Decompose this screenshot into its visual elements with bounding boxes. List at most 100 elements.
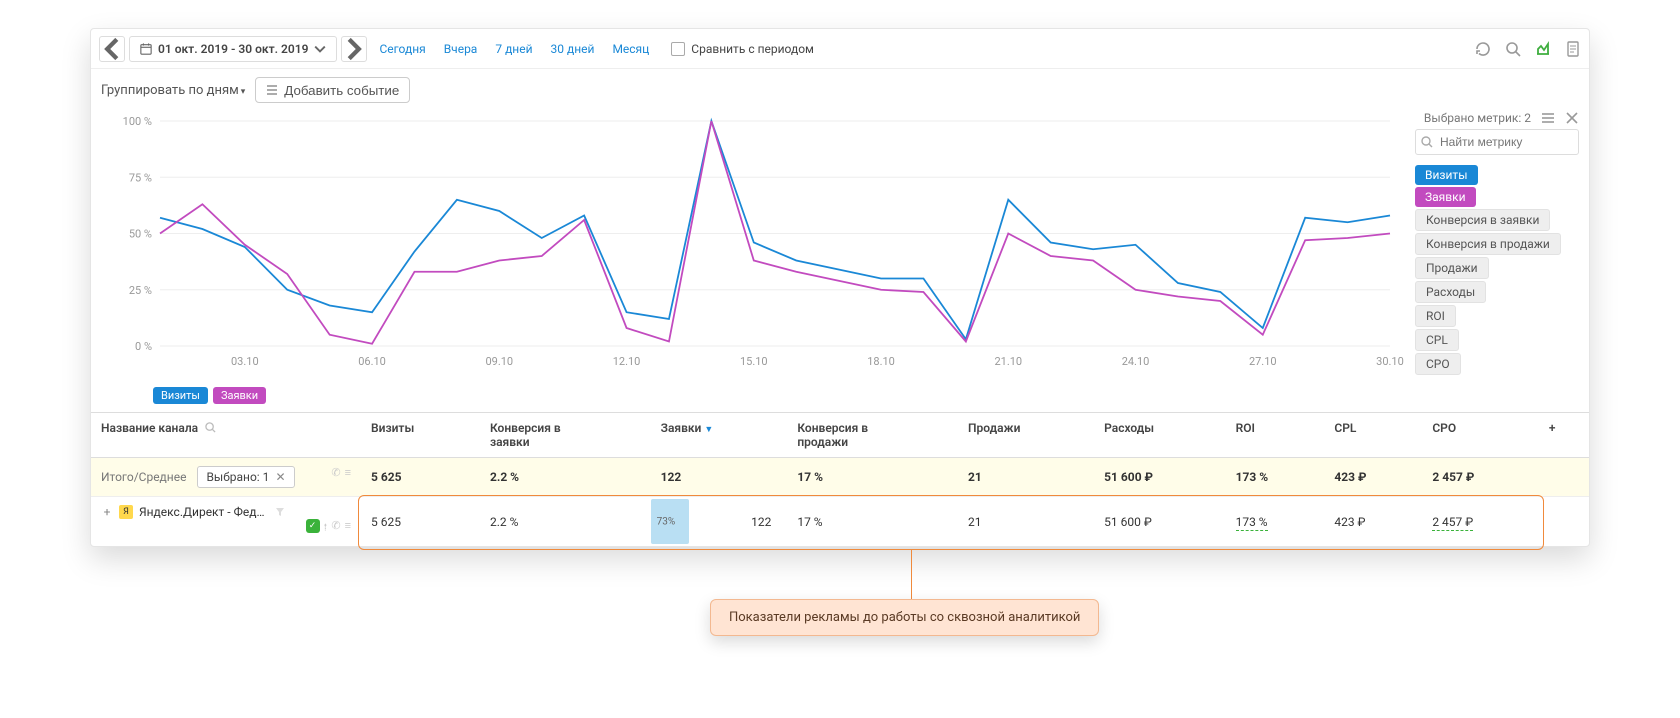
yandex-icon: Я [119, 505, 133, 519]
list-view-icon[interactable] [1541, 111, 1555, 125]
date-range-picker[interactable]: 01 окт. 2019 - 30 окт. 2019 [129, 36, 337, 62]
close-icon[interactable] [1565, 111, 1579, 125]
quick-today[interactable]: Сегодня [379, 42, 425, 56]
svg-text:24.10: 24.10 [1122, 355, 1150, 368]
col-channel-name[interactable]: Название канала [101, 421, 198, 435]
subbar: Группировать по дням▾ Добавить событие [91, 69, 1589, 111]
total-label: Итого/Среднее [101, 470, 186, 484]
add-column-button[interactable]: + [1539, 413, 1589, 458]
data-cell: 51 600 ₽ [1094, 497, 1225, 547]
search-icon[interactable] [205, 422, 216, 433]
filter-icon[interactable] [275, 507, 285, 517]
line-chart: 0 %25 %50 %75 %100 %03.1006.1009.1012.10… [101, 111, 1409, 371]
metric-tag[interactable]: ROI [1415, 305, 1456, 327]
data-table: Название канала ВизитыКонверсия взаявкиЗ… [91, 412, 1589, 546]
svg-text:27.10: 27.10 [1249, 355, 1277, 368]
phone-icon[interactable]: ✆ [331, 466, 340, 479]
refresh-icon[interactable] [1475, 41, 1491, 57]
selected-chip[interactable]: Выбрано: 1✕ [197, 466, 294, 488]
svg-text:50 %: 50 % [129, 228, 152, 241]
col-header[interactable]: CPO [1422, 413, 1539, 458]
phone-icon[interactable]: ✆ [331, 519, 340, 538]
quick-7d[interactable]: 7 дней [495, 42, 532, 56]
col-header[interactable]: Визиты [361, 413, 480, 458]
calendar-icon [140, 43, 152, 55]
menu-icon[interactable]: ≡ [345, 466, 351, 479]
status-ok-icon: ✓ [306, 519, 320, 533]
data-cell: 17 % [787, 497, 958, 547]
menu-icon[interactable]: ≡ [345, 519, 351, 538]
compare-checkbox[interactable]: Сравнить с периодом [671, 42, 814, 56]
legend-visits[interactable]: Визиты [153, 387, 208, 404]
svg-text:21.10: 21.10 [994, 355, 1022, 368]
analytics-panel: 01 окт. 2019 - 30 окт. 2019 Сегодня Вчер… [90, 28, 1590, 547]
col-header[interactable]: Конверсия впродажи [787, 413, 958, 458]
total-cell: 17 % [787, 458, 958, 497]
col-header[interactable]: Продажи [958, 413, 1094, 458]
group-by-dropdown[interactable]: Группировать по дням▾ [101, 83, 245, 98]
metric-tag[interactable]: CPL [1415, 329, 1459, 351]
metric-tag[interactable]: Продажи [1415, 257, 1489, 279]
total-cell: 2 457 ₽ [1422, 458, 1539, 497]
chart-legend: Визиты Заявки [91, 381, 1589, 412]
prev-period-button[interactable] [99, 36, 125, 62]
expand-icon[interactable]: + [101, 505, 113, 519]
metric-tag[interactable]: Конверсия в продажи [1415, 233, 1561, 255]
channel-name: Яндекс.Директ - Федре... [139, 505, 269, 519]
metric-panel: Выбрано метрик: 2 ВизитыЗаявкиКонверсия … [1409, 111, 1579, 375]
close-icon[interactable]: ✕ [275, 470, 285, 484]
col-header[interactable]: Заявки▼ [651, 413, 788, 458]
col-header[interactable]: Расходы [1094, 413, 1225, 458]
list-icon [266, 84, 278, 96]
data-cell: 73%122 [651, 497, 788, 547]
chart-mini-icon[interactable]: ⭫ [324, 519, 328, 538]
col-header[interactable]: CPL [1324, 413, 1422, 458]
total-cell: 173 % [1226, 458, 1325, 497]
compare-label: Сравнить с периодом [691, 42, 814, 56]
callout-label: Показатели рекламы до работы со сквозной… [710, 599, 1099, 636]
total-cell: 51 600 ₽ [1094, 458, 1225, 497]
svg-text:75 %: 75 % [129, 171, 152, 184]
legend-leads[interactable]: Заявки [213, 387, 266, 404]
add-event-button[interactable]: Добавить событие [255, 77, 410, 103]
data-cell: 2.2 % [480, 497, 651, 547]
date-range-text: 01 окт. 2019 - 30 окт. 2019 [158, 42, 308, 56]
quick-yesterday[interactable]: Вчера [444, 42, 478, 56]
col-header[interactable]: ROI [1226, 413, 1325, 458]
data-cell: 5 625 [361, 497, 480, 547]
col-header[interactable]: Конверсия взаявки [480, 413, 651, 458]
next-period-button[interactable] [341, 36, 367, 62]
metric-tag-selected[interactable]: Визиты [1415, 165, 1478, 185]
toolbar: 01 окт. 2019 - 30 окт. 2019 Сегодня Вчер… [91, 29, 1589, 69]
data-cell: 173 % [1226, 497, 1325, 547]
chart-area: 0 %25 %50 %75 %100 %03.1006.1009.1012.10… [91, 111, 1589, 381]
metric-tag-selected[interactable]: Заявки [1415, 187, 1476, 207]
metric-tag[interactable]: CPO [1415, 353, 1461, 375]
svg-text:100 %: 100 % [123, 115, 152, 128]
quick-30d[interactable]: 30 дней [551, 42, 595, 56]
total-cell: 122 [651, 458, 788, 497]
total-cell: 2.2 % [480, 458, 651, 497]
quick-month[interactable]: Месяц [612, 42, 649, 56]
metric-tag[interactable]: Расходы [1415, 281, 1486, 303]
total-cell: 5 625 [361, 458, 480, 497]
svg-text:25 %: 25 % [129, 284, 152, 297]
search-icon [1421, 136, 1433, 148]
checkbox-icon [671, 42, 685, 56]
callout-line [911, 550, 912, 600]
total-cell: 423 ₽ [1324, 458, 1422, 497]
metric-tag[interactable]: Конверсия в заявки [1415, 209, 1550, 231]
chart-icon[interactable] [1535, 41, 1551, 57]
svg-text:0 %: 0 % [135, 340, 152, 353]
svg-text:09.10: 09.10 [485, 355, 513, 368]
data-cell: 2 457 ₽ [1422, 497, 1539, 547]
svg-text:18.10: 18.10 [867, 355, 895, 368]
data-cell: 423 ₽ [1324, 497, 1422, 547]
quick-range-links: Сегодня Вчера 7 дней 30 дней Месяц [379, 42, 649, 56]
svg-text:06.10: 06.10 [358, 355, 386, 368]
search-icon[interactable] [1505, 41, 1521, 57]
export-icon[interactable] [1565, 41, 1581, 57]
channel-row[interactable]: + Я Яндекс.Директ - Федре... [101, 505, 351, 519]
metric-search-input[interactable] [1415, 129, 1579, 155]
data-cell: 21 [958, 497, 1094, 547]
